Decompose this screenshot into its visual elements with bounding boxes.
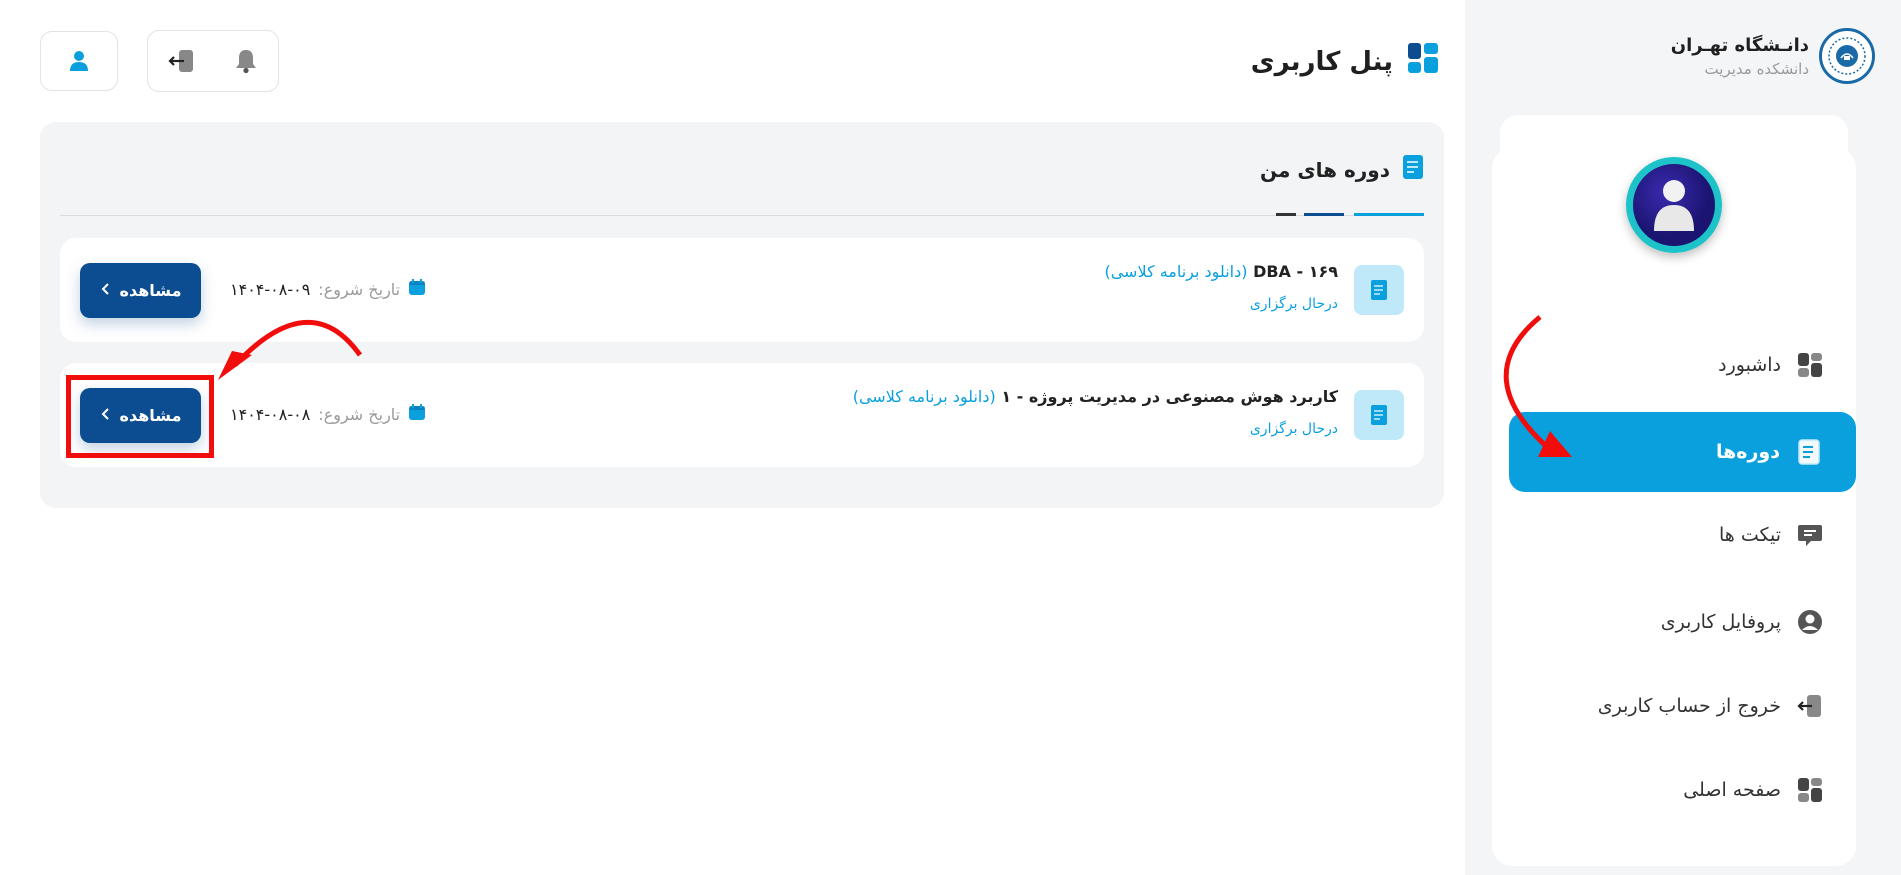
avatar[interactable] — [1626, 157, 1722, 253]
course-start-date: تاریخ شروع: ۱۴۰۴-۰۸-۰۸ — [230, 403, 426, 425]
annotation-arrow-icon — [218, 320, 363, 380]
download-schedule-link[interactable]: (دانلود برنامه کلاسی) — [853, 387, 996, 406]
panel-grid-icon — [1407, 42, 1439, 81]
date-label: تاریخ شروع: — [318, 279, 401, 299]
course-title[interactable]: کاربرد هوش مصنوعی در مدیریت پروژه - ۱ (د… — [853, 387, 1338, 406]
calendar-icon — [408, 403, 426, 425]
book-icon — [1371, 405, 1387, 425]
download-schedule-link[interactable]: (دانلود برنامه کلاسی) — [1104, 262, 1247, 281]
chat-icon — [1797, 522, 1823, 548]
sidebar-item-tickets[interactable]: تیکت ها — [1511, 495, 1857, 575]
sidebar-item-home[interactable]: صفحه اصلی — [1511, 750, 1857, 830]
sidebar-item-profile[interactable]: پروفایل کاربری — [1511, 582, 1857, 662]
date-value: ۱۴۰۴-۰۸-۰۹ — [230, 279, 311, 299]
user-menu-button[interactable] — [40, 31, 118, 91]
book-icon — [1371, 280, 1387, 300]
user-circle-icon — [1797, 609, 1823, 635]
brand-title: دانـشگاه تهـران — [1670, 34, 1809, 56]
course-thumbnail — [1354, 390, 1404, 440]
logout-button[interactable] — [164, 44, 198, 78]
header-actions — [147, 30, 279, 92]
sidebar-item-label: خروج از حساب کاربری — [1597, 695, 1781, 717]
sidebar-item-logout[interactable]: خروج از حساب کاربری — [1511, 666, 1857, 746]
tab-indicator — [1276, 213, 1296, 216]
calendar-icon — [408, 278, 426, 300]
view-course-button[interactable]: مشاهده — [80, 263, 201, 318]
user-silhouette-icon — [1654, 180, 1694, 231]
course-start-date: تاریخ شروع: ۱۴۰۴-۰۸-۰۹ — [230, 278, 426, 300]
section-title-text: دوره های من — [1259, 157, 1390, 182]
book-icon — [1796, 439, 1822, 465]
course-status: درحال برگزاری — [1249, 296, 1338, 312]
date-label: تاریخ شروع: — [318, 404, 401, 424]
sidebar-item-label: دوره‌ها — [1715, 441, 1780, 463]
university-logo — [1819, 28, 1875, 84]
profile-card — [1500, 115, 1848, 295]
dashboard-icon — [1797, 352, 1823, 378]
page-title: پنل کاربری — [1251, 42, 1439, 81]
tab-indicator-active — [1354, 213, 1424, 216]
sidebar-item-label: داشبورد — [1718, 354, 1781, 376]
book-icon — [1402, 154, 1424, 185]
logout-icon — [1797, 693, 1823, 719]
section-divider — [60, 215, 1424, 216]
sidebar-item-label: پروفایل کاربری — [1660, 611, 1781, 633]
brand-subtitle: دانشکده مدیریت — [1704, 59, 1809, 78]
logout-icon — [167, 50, 193, 72]
course-name: کاربرد هوش مصنوعی در مدیریت پروژه - ۱ — [1001, 387, 1338, 406]
course-title[interactable]: ۱۶۹ - DBA (دانلود برنامه کلاسی) — [1104, 262, 1338, 281]
annotation-highlight-box — [66, 375, 214, 458]
bell-icon — [235, 50, 256, 74]
course-thumbnail — [1354, 265, 1404, 315]
dashboard-icon — [1797, 777, 1823, 803]
course-status: درحال برگزاری — [1249, 421, 1338, 437]
notification-button[interactable] — [229, 44, 263, 78]
user-icon — [70, 51, 88, 71]
button-label: مشاهده — [119, 281, 182, 300]
annotation-arrow-icon — [1503, 315, 1572, 457]
date-value: ۱۴۰۴-۰۸-۰۸ — [230, 404, 311, 424]
sidebar-item-label: صفحه اصلی — [1683, 779, 1781, 801]
brand[interactable]: دانـشگاه تهـران دانشکده مدیریت — [1671, 28, 1875, 84]
tab-indicator — [1304, 213, 1344, 216]
section-title: دوره های من — [1260, 154, 1424, 185]
page-title-text: پنل کاربری — [1250, 46, 1393, 77]
course-name: ۱۶۹ - DBA — [1253, 262, 1338, 281]
sidebar-item-label: تیکت ها — [1718, 524, 1781, 546]
chevron-left-icon — [100, 281, 110, 300]
